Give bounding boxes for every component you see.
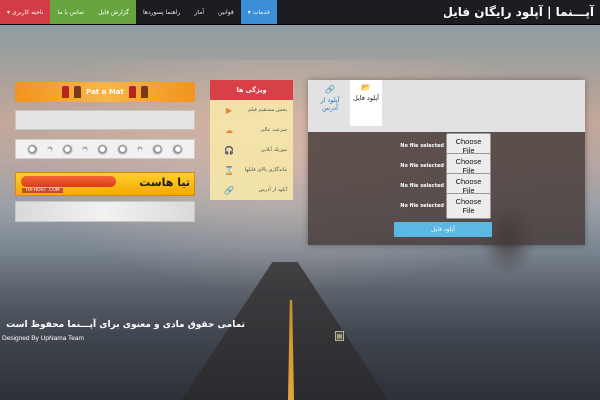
nav-item[interactable]: راهنما پسوردها [136,0,187,24]
feature-item: 🔗 آپلود از آدرس [210,180,293,200]
user-icon[interactable]: ● [26,143,38,155]
site-brand[interactable]: آپـــنما | آپلود رایگان فایل و عکس [444,0,600,24]
feature-label: پخش مستقیم فیلم [247,107,287,113]
user-icon[interactable]: ● [81,146,88,152]
feature-label: ماندگاری بالای فایلها [244,167,287,173]
chevron-down-icon: ▾ [7,8,11,16]
user-icon[interactable]: ● [152,143,164,155]
feature-item: ☁ سرعت عالی [210,120,293,140]
cartoon-figure-icon [74,86,82,98]
link-icon: 🔗 [325,85,335,94]
feature-label: سرعت عالی [260,127,287,133]
tiahost-ad-banner[interactable]: تیا هاست TIA-HOST .COM [15,172,195,196]
patomat-banner[interactable]: Pat o Mat [15,82,195,102]
nav-item[interactable]: گزارش فایل [91,0,136,24]
user-icon[interactable]: ● [137,146,144,152]
user-icon[interactable]: ● [46,146,53,152]
tab-upload-from-url-label: آپلود از آدرس [320,96,340,112]
feature-item: ⌛ ماندگاری بالای فایلها [210,160,293,180]
hourglass-icon: ⌛ [224,165,234,175]
features-panel: ویژگی ها ▶ پخش مستقیم فیلم ☁ سرعت عالی 🎧… [210,80,293,200]
document-icon[interactable]: ▤ [335,331,344,341]
tab-upload-file-label: آپلود فایل [353,94,379,102]
file-status: No file selected [400,183,444,189]
user-icon[interactable]: ● [61,143,73,155]
online-users-strip: ● ● ● ● ● ● ● ● ● [15,139,195,159]
nav-item[interactable]: خدمات ▾ [240,0,278,24]
link-icon: 🔗 [224,185,234,195]
nav-item[interactable]: قوانین [211,0,241,24]
empty-widget-box [15,110,195,130]
nav-item-label: خدمات [252,8,271,16]
main-nav: خدمات ▾ قوانین آمار راهنما پسوردها گزارش فایل… [0,0,278,24]
headphones-icon: 🎧 [224,145,234,155]
nav-item-label: ناحیه کاربری [12,8,44,16]
user-icon[interactable]: ● [96,143,108,155]
feature-label: موزیک آنلاین [260,147,287,153]
video-camera-icon: ▶ [225,105,233,115]
feature-item: 🎧 موزیک آنلاین [210,140,293,160]
copyright-text: تمامی حقوق مادی و معنوی برای آپـــنما مح… [6,320,245,330]
feature-label: آپلود از آدرس [258,187,287,193]
cartoon-figure-icon [140,86,148,98]
choose-file-button[interactable]: Choose File [446,193,491,219]
upload-submit-button[interactable]: آپلود فایل [394,222,492,237]
tiahost-title: تیا هاست [139,176,190,189]
file-input-list: No file selected Choose File No file sel… [308,132,585,219]
cartoon-figure-icon [62,86,70,98]
upload-tabs: 🔗 آپلود از آدرس 📂 آپلود فایل [308,80,585,132]
file-status: No file selected [400,143,444,149]
nav-item-label: راهنما پسوردها [142,8,181,16]
features-title: ویژگی ها [210,80,293,100]
user-icon[interactable]: ● [172,143,184,155]
top-navbar: خدمات ▾ قوانین آمار راهنما پسوردها گزارش فایل… [0,0,600,25]
tab-upload-from-url[interactable]: 🔗 آپلود از آدرس [314,82,346,126]
chevron-down-icon: ▾ [247,8,251,16]
nav-item-label: تماس با ما [57,8,85,16]
nav-item[interactable]: ناحیه کاربری ▾ [0,0,51,24]
tiahost-bar [21,176,116,187]
user-icon[interactable]: ● [117,143,129,155]
cloud-icon: ☁ [225,125,233,135]
folder-open-icon: 📂 [361,83,371,92]
nav-item[interactable]: آمار [187,0,211,24]
feature-item: ▶ پخش مستقیم فیلم [210,100,293,120]
file-status: No file selected [400,203,444,209]
tab-upload-file[interactable]: 📂 آپلود فایل [350,80,382,126]
patomat-label: Pat o Mat [86,88,124,96]
nav-item-label: آمار [194,8,204,16]
cartoon-figure-icon [128,86,136,98]
nav-item-label: گزارش فایل [98,8,129,16]
nav-item-label: قوانین [218,8,234,16]
file-status: No file selected [400,163,444,169]
designed-by-text: Designed By UpNama Team [2,335,84,342]
file-input-row: No file selected Choose File [308,193,491,219]
tiahost-domain: TIA-HOST .COM [22,188,63,193]
upload-panel: 🔗 آپلود از آدرس 📂 آپلود فایل No file sel… [308,80,585,245]
nav-item[interactable]: تماس با ما [50,0,92,24]
empty-widget-box [15,201,195,222]
